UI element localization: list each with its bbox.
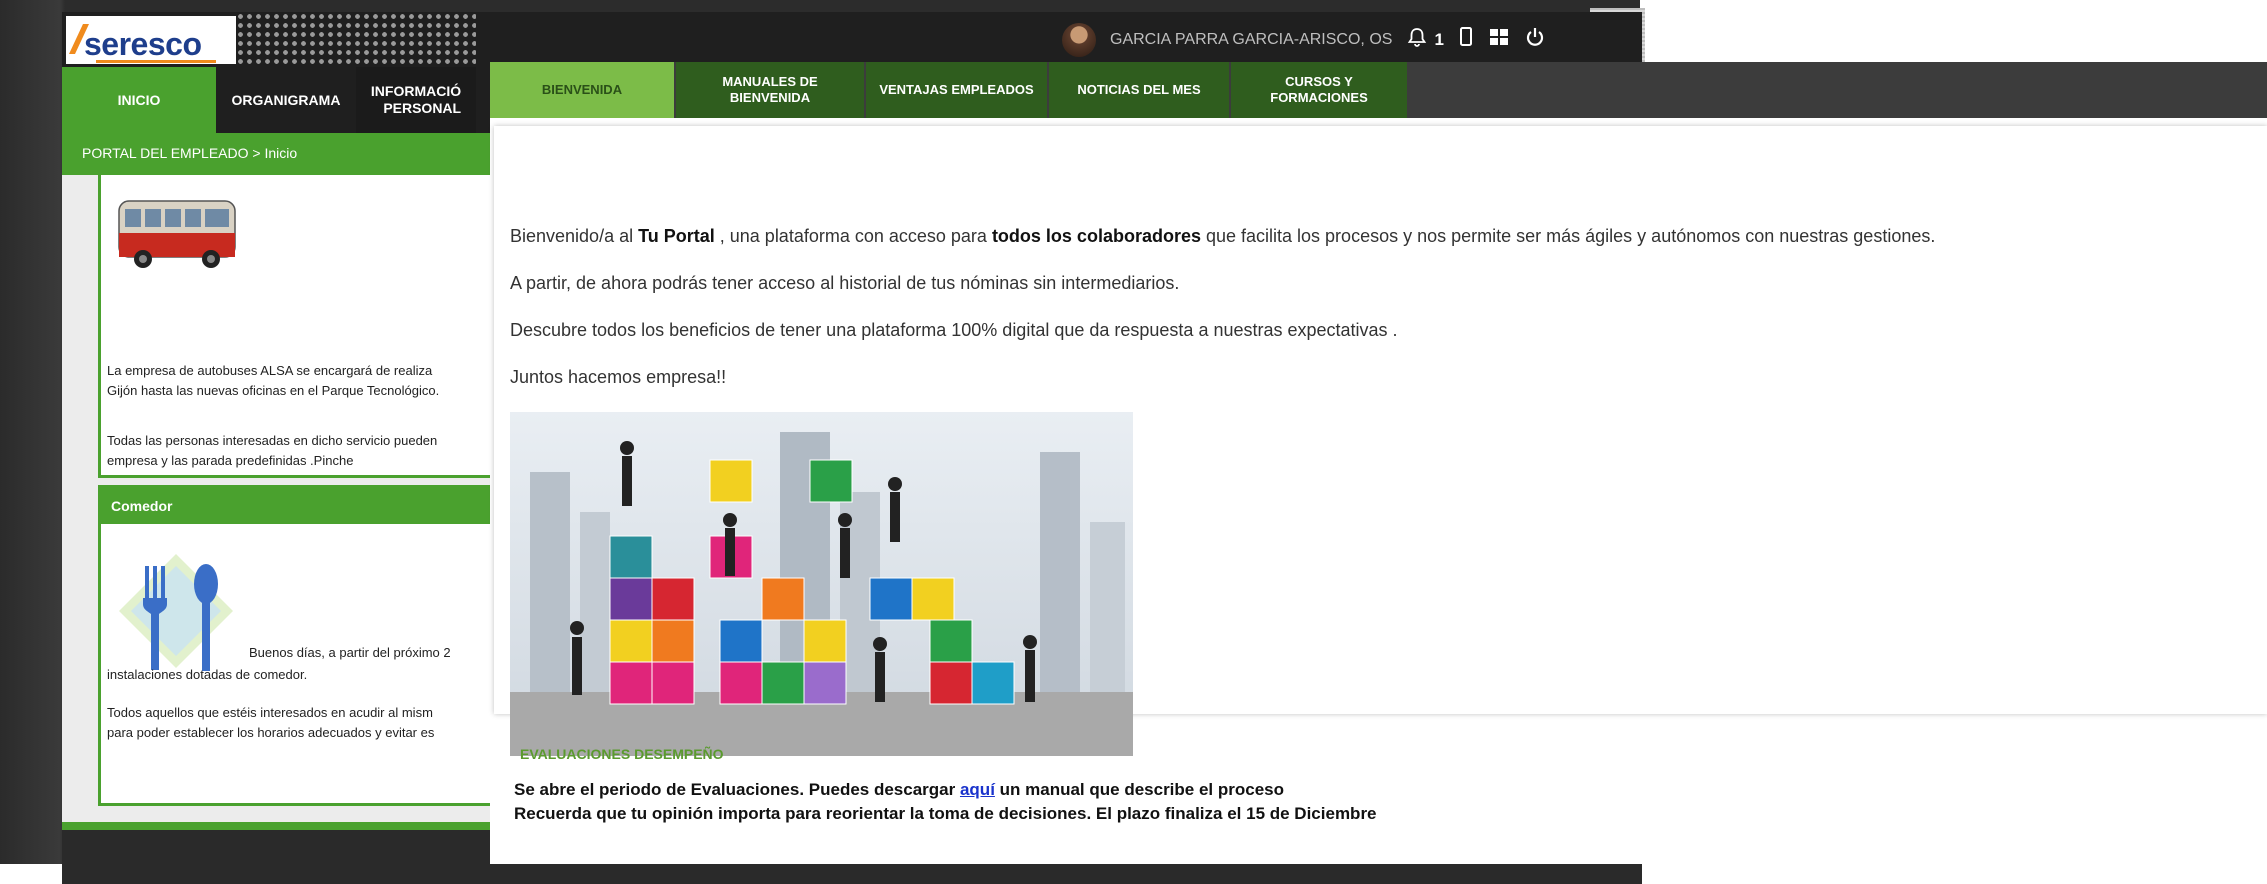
nav-informacion-line1: INFORMACIÓ — [370, 83, 462, 99]
tab-manuales-line1: MANUALES DE — [722, 74, 818, 89]
tab-bienvenida[interactable]: BIENVENIDA — [490, 62, 676, 118]
welcome-panel: Bienvenido/a al Tu Portal , una platafor… — [494, 126, 2267, 756]
tab-cursos-line2: FORMACIONES — [1270, 90, 1368, 105]
desktop-background-right — [1640, 0, 2267, 62]
tab-ventajas-empleados[interactable]: VENTAJAS EMPLEADOS — [866, 62, 1049, 118]
intro-p1-c: , una plataforma con acceso para — [714, 226, 992, 246]
content-tabs: BIENVENIDA MANUALES DE BIENVENIDA VENTAJA… — [490, 62, 2267, 118]
tab-noticias-label: NOTICIAS DEL MES — [1077, 82, 1201, 97]
power-icon[interactable] — [1524, 26, 1546, 54]
breadcrumb[interactable]: PORTAL DEL EMPLEADO > Inicio — [82, 145, 297, 161]
eval-line1-a: Se abre el periodo de Evaluaciones. Pued… — [514, 780, 960, 799]
tab-manuales-bienvenida[interactable]: MANUALES DE BIENVENIDA — [676, 62, 866, 118]
tab-noticias-mes[interactable]: NOTICIAS DEL MES — [1049, 62, 1231, 118]
notification-count: 1 — [1434, 30, 1444, 49]
header-halftone-pattern — [236, 12, 476, 67]
logo-text: seresco — [84, 26, 202, 62]
mobile-icon[interactable] — [1458, 26, 1474, 54]
seresco-logo[interactable]: seresco — [66, 16, 236, 64]
intro-paragraph-2: A partir, de ahora podrás tener acceso a… — [510, 273, 1180, 293]
card2-line3: Todos aquellos que estéis interesados en… — [107, 705, 433, 720]
tab-bienvenida-label: BIENVENIDA — [541, 82, 623, 97]
card1-line3: Todas las personas interesadas en dicho … — [107, 433, 438, 448]
tab-manuales-line2: BIENVENIDA — [729, 90, 811, 105]
tab-cursos-line1: CURSOS Y — [1285, 74, 1353, 89]
evaluaciones-title: EVALUACIONES DESEMPEÑO — [520, 746, 724, 762]
avatar[interactable] — [1062, 23, 1096, 57]
nav-inicio[interactable]: INICIO — [62, 67, 216, 133]
tab-cursos-formaciones[interactable]: CURSOS Y FORMACIONES — [1231, 62, 1409, 118]
card2-line2: instalaciones dotadas de comedor. — [107, 667, 308, 682]
download-manual-link[interactable]: aquí — [960, 780, 995, 799]
card1-line4: empresa y las parada predefinidas .Pinch… — [107, 453, 354, 468]
intro-p1-d: todos los colaboradores — [991, 226, 1201, 246]
logo-underline — [96, 60, 216, 63]
intro-p1-e: que facilita los procesos y nos permite … — [1200, 226, 1936, 246]
card2-line1: Buenos días, a partir del próximo 2 — [249, 645, 451, 660]
nav-informacion-line2: PERSONAL — [383, 100, 462, 116]
evaluaciones-line1: Se abre el periodo de Evaluaciones. Pued… — [514, 780, 1284, 800]
cutlery-icon — [119, 554, 233, 671]
intro-paragraph-1: Bienvenido/a al Tu Portal , una platafor… — [510, 226, 1935, 247]
grid-apps-icon[interactable] — [1488, 26, 1510, 54]
intro-p1-b: Tu Portal — [638, 226, 715, 246]
user-area: GARCIA PARRA GARCIA-ARISCO, OS 1 — [1062, 22, 1546, 58]
card2-line4: para poder establecer los horarios adecu… — [107, 725, 435, 740]
nav-informacion-personal[interactable]: INFORMACIÓ PERSONAL — [356, 67, 476, 133]
nav-organigrama[interactable]: ORGANIGRAMA — [216, 67, 356, 133]
intro-p1-a: Bienvenido/a al — [510, 226, 639, 246]
front-portal-window: BIENVENIDA MANUALES DE BIENVENIDA VENTAJA… — [490, 62, 2267, 864]
card1-line1: La empresa de autobuses ALSA se encargar… — [107, 363, 433, 378]
tab-ventajas-label: VENTAJAS EMPLEADOS — [879, 82, 1034, 97]
teamwork-puzzle-image — [510, 412, 1133, 756]
intro-paragraph-4: Juntos hacemos empresa!! — [510, 367, 727, 387]
portal-header: seresco GARCIA PARRA GARCIA-ARISCO, OS 1 — [62, 12, 1642, 67]
bell-icon[interactable] — [1406, 26, 1428, 54]
card1-line2: Gijón hasta las nuevas oficinas en el Pa… — [107, 383, 440, 398]
card-title-text: Comedor — [111, 498, 173, 514]
user-name[interactable]: GARCIA PARRA GARCIA-ARISCO, OS — [1110, 31, 1392, 49]
intro-paragraph-3: Descubre todos los beneficios de tener u… — [510, 320, 1398, 340]
bus-image — [118, 200, 236, 268]
eval-line1-b: un manual que describe el proceso — [994, 780, 1285, 799]
evaluaciones-line2: Recuerda que tu opinión importa para reo… — [514, 804, 1377, 823]
